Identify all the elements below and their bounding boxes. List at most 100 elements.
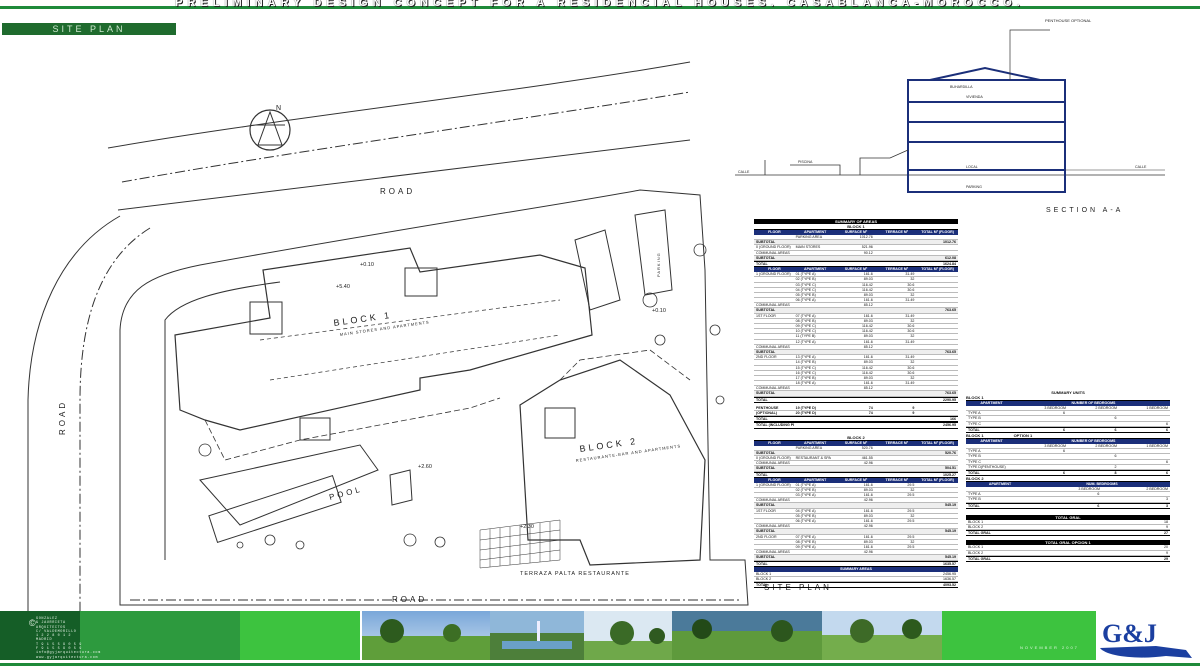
table-cell bbox=[916, 461, 958, 465]
table-cell: 32 bbox=[910, 539, 915, 544]
table-cell bbox=[754, 446, 794, 450]
section-piscina: PISCINA bbox=[798, 160, 813, 164]
table-cell: COMMUNAL AREAS bbox=[756, 461, 790, 466]
table-cell: COMMUNAL AREAS bbox=[756, 386, 790, 391]
table-cell: SUBTOTAL bbox=[756, 240, 776, 245]
table-cell: 6 bbox=[1063, 470, 1065, 475]
table-cell bbox=[875, 577, 917, 581]
table-cell: 29.5 bbox=[907, 493, 915, 498]
photo-golf-1 bbox=[362, 611, 490, 660]
table-cell bbox=[754, 371, 794, 375]
table-cell: 32 bbox=[910, 318, 915, 323]
table-cell bbox=[1119, 454, 1171, 458]
table-cell bbox=[916, 488, 958, 492]
table-cell: 09 (TYPE C) bbox=[795, 324, 816, 328]
table-cell: 2456.95 bbox=[942, 571, 956, 576]
table-cell: 0 (GROUND FLOOR) bbox=[756, 455, 791, 460]
table-cell: BLOCK 1 bbox=[968, 545, 984, 550]
table-cell bbox=[833, 503, 875, 507]
table-cell bbox=[833, 451, 875, 455]
table-cell bbox=[916, 245, 958, 249]
table-cell bbox=[1033, 497, 1102, 501]
table-cell bbox=[754, 514, 794, 518]
table-row: TOTAL GRAL 29 bbox=[966, 555, 1170, 562]
table-cell: SUBTOTAL bbox=[756, 391, 776, 396]
table-cell: BLOCK 1 bbox=[756, 571, 772, 576]
table-cell: 29.5 bbox=[907, 534, 915, 539]
table-cell: 3 bbox=[1166, 503, 1169, 508]
section-parking: PARKING bbox=[966, 185, 982, 189]
table-row: TOTAL 4093.52 bbox=[754, 582, 958, 589]
table-cell bbox=[754, 381, 794, 385]
table-cell: 89.03 bbox=[863, 318, 873, 323]
table-cell bbox=[916, 411, 958, 415]
table-cell: 520.76 bbox=[944, 450, 956, 455]
table-cell bbox=[875, 461, 917, 465]
table-cell: 1636.57 bbox=[942, 576, 956, 581]
table-cell: 2 bbox=[1114, 464, 1117, 469]
firm-contact: GONZALEZ & JAURRIETA ARQUITECTOS C/ VALD… bbox=[36, 617, 101, 660]
table-cell bbox=[794, 345, 834, 349]
table-cell: 42.96 bbox=[863, 550, 873, 555]
table-cell bbox=[875, 572, 917, 576]
table-cell bbox=[916, 509, 958, 513]
table-cell: 89.03 bbox=[863, 334, 873, 339]
table-cell: TOTAL GRAL bbox=[968, 556, 991, 561]
table-cell: 85.12 bbox=[863, 344, 873, 349]
table-cell bbox=[794, 262, 834, 266]
table-cell: 9 bbox=[1166, 525, 1168, 529]
table-cell bbox=[875, 524, 917, 528]
table-cell: 6 bbox=[1166, 470, 1168, 475]
pool-outline bbox=[199, 444, 379, 526]
table-cell bbox=[916, 283, 958, 287]
table-cell: 3 BEDROOM bbox=[1078, 487, 1100, 492]
summary-units-table: SUMMARY UNITS BLOCK 1 APARTMENT NUMBER OF… bbox=[966, 390, 1170, 562]
table-cell: 20 bbox=[1164, 545, 1168, 550]
table-cell: 116.42 bbox=[862, 329, 873, 334]
section-a-a-drawing bbox=[735, 29, 1165, 193]
table-cell bbox=[754, 366, 794, 370]
table-cell: TYPE A bbox=[968, 411, 981, 416]
table-cell: 9 bbox=[1166, 550, 1168, 555]
table-cell bbox=[794, 417, 834, 421]
table-cell bbox=[794, 350, 834, 354]
table-cell bbox=[916, 340, 958, 344]
photo-golf-3 bbox=[584, 611, 672, 660]
table-cell: 29.5 bbox=[907, 508, 915, 513]
table-cell bbox=[916, 406, 958, 410]
table-cell: TOTAL (INCLUDING PENTHOUSE) bbox=[756, 423, 794, 428]
table-cell bbox=[833, 466, 875, 470]
table-cell: 02 (TYPE B) bbox=[795, 277, 816, 282]
table-cell bbox=[916, 376, 958, 380]
road-edge-top-outer bbox=[107, 61, 691, 149]
table-cell bbox=[916, 540, 958, 544]
table-cell: 74 bbox=[868, 405, 873, 410]
table-cell bbox=[916, 366, 958, 370]
table-cell: SUBTOTAL bbox=[756, 466, 776, 471]
gj-arquitectura-logo: G&J arquitectura bbox=[1096, 612, 1200, 662]
table-cell: 6 bbox=[1114, 416, 1117, 421]
table-cell: 01 (TYPE A) bbox=[795, 272, 816, 277]
table-cell bbox=[794, 577, 834, 581]
table-cell: 116.42 bbox=[862, 365, 873, 370]
section-vivienda: VIVIENDA bbox=[966, 95, 983, 99]
table-cell: 3 bbox=[1166, 497, 1169, 502]
table-cell bbox=[916, 235, 958, 239]
parking-label: PARKING bbox=[656, 252, 661, 277]
table-cell bbox=[754, 293, 794, 297]
table-cell bbox=[875, 251, 917, 255]
table-cell: 89.03 bbox=[863, 375, 873, 380]
table-cell bbox=[916, 345, 958, 349]
table-cell bbox=[875, 451, 917, 455]
table-cell bbox=[875, 345, 917, 349]
table-cell bbox=[875, 466, 917, 470]
table-cell: 6 bbox=[1166, 427, 1168, 432]
table-cell: TOTAL bbox=[756, 561, 768, 566]
table-cell bbox=[833, 308, 875, 312]
table-cell: 1635.57 bbox=[942, 561, 956, 566]
table-cell: 32 bbox=[910, 375, 915, 380]
table-cell: 161.6 bbox=[863, 519, 873, 523]
level-label-top: +0.10 bbox=[360, 262, 374, 268]
table-cell bbox=[875, 423, 917, 427]
level-label-230: +2.30 bbox=[520, 524, 534, 530]
